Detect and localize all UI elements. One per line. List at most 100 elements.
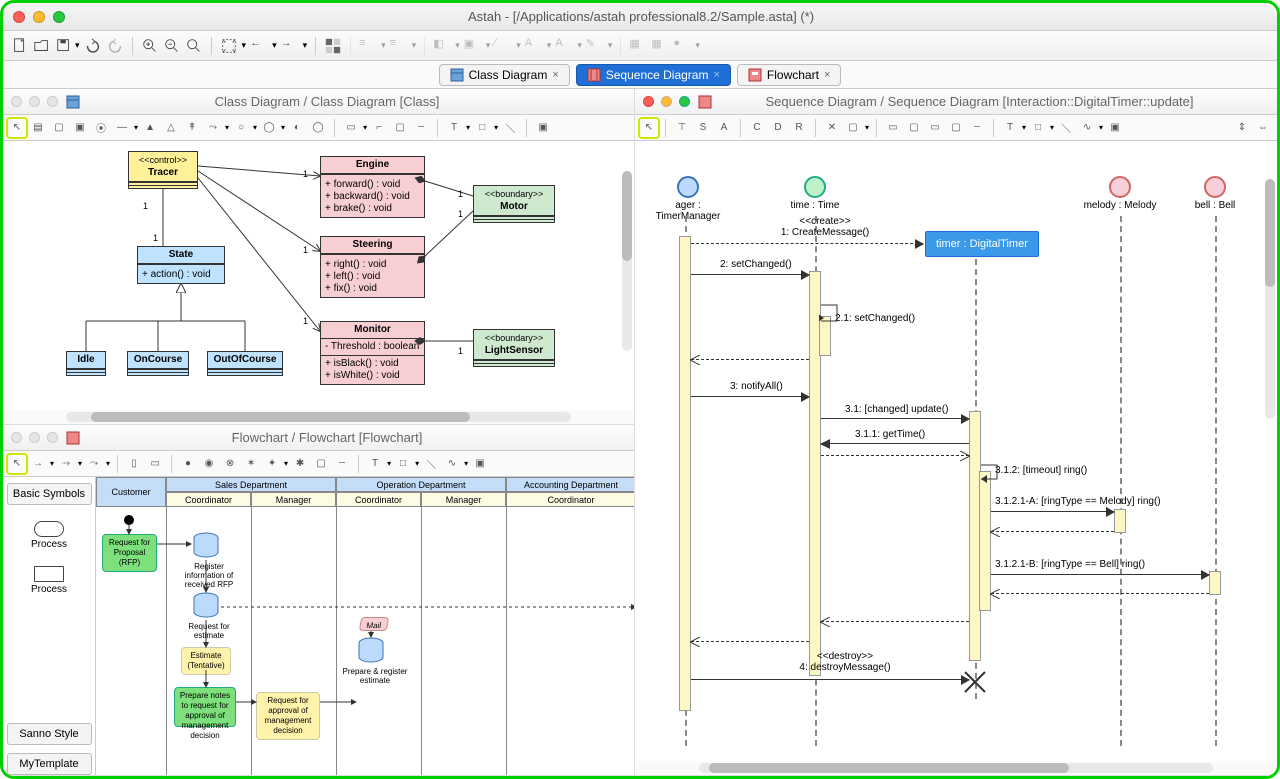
curve-tool-icon[interactable]: ∿ <box>443 455 461 473</box>
uml-class-steering[interactable]: Steering + right() : void + left() : voi… <box>320 236 425 298</box>
flow-merge-icon[interactable]: ⊗ <box>221 455 239 473</box>
async-tool-icon[interactable]: A <box>715 119 733 137</box>
lifeline-tool-icon[interactable]: ⊤ <box>673 119 691 137</box>
fc-db-icon[interactable] <box>191 592 221 622</box>
palette-sanno[interactable]: Sanno Style <box>7 723 92 745</box>
uml-class-tracer[interactable]: <<control>>Tracer <box>128 151 198 189</box>
rect-tool-icon[interactable]: □ <box>394 455 412 473</box>
fc-db-icon[interactable] <box>356 637 386 667</box>
sep-tool-icon[interactable]: ┄ <box>412 119 430 137</box>
lifeline-timermanager[interactable]: ager : TimerManager <box>643 176 733 222</box>
line-tool-icon[interactable]: ＼ <box>422 455 440 473</box>
image-tool-icon[interactable]: ▣ <box>471 455 489 473</box>
pointer-tool-icon[interactable]: ↖ <box>8 455 26 473</box>
text-tool-icon[interactable]: T <box>366 455 384 473</box>
fc-prepnotes[interactable]: Prepare notes to request for approval of… <box>174 687 236 727</box>
line-tool-icon[interactable]: ＼ <box>1057 119 1075 137</box>
palette-mytmpl[interactable]: MyTemplate <box>7 753 92 775</box>
create-tool-icon[interactable]: C <box>748 119 766 137</box>
pane-close-icon[interactable] <box>11 432 22 443</box>
palette-process2[interactable]: Process <box>31 558 67 595</box>
flow-dot-icon[interactable]: ⤳ <box>85 455 103 473</box>
pointer-tool-icon[interactable]: ↖ <box>8 119 26 137</box>
dropdown-icon[interactable]: ▾ <box>75 40 80 51</box>
close-icon[interactable]: × <box>552 69 558 81</box>
seq-obj-timer[interactable]: timer : DigitalTimer <box>925 231 1039 257</box>
frame-tool-icon[interactable]: ▢ <box>844 119 862 137</box>
save-icon[interactable] <box>55 37 73 55</box>
zoom-icon[interactable] <box>53 11 65 23</box>
flow-fork-icon[interactable]: ✶ <box>242 455 260 473</box>
rect-tool-icon[interactable]: □ <box>473 119 491 137</box>
uml-class-idle[interactable]: Idle <box>66 351 106 376</box>
seq-canvas[interactable]: ager : TimerManager time : Time melody :… <box>635 141 1277 761</box>
h-scrollbar[interactable] <box>3 410 634 424</box>
tab-flowchart[interactable]: Flowchart × <box>737 64 841 86</box>
text-tool-icon[interactable]: T <box>445 119 463 137</box>
lifeline-bell[interactable]: bell : Bell <box>1180 176 1250 211</box>
line-tool-icon[interactable]: ＼ <box>501 119 519 137</box>
minimize-icon[interactable] <box>33 11 45 23</box>
enum-tool-icon[interactable]: ◯ <box>260 119 278 137</box>
vspace-icon[interactable]: ⇕ <box>1233 119 1251 137</box>
tab-class-diagram[interactable]: Class Diagram × <box>439 64 570 86</box>
activation[interactable] <box>1114 509 1126 533</box>
v-scrollbar[interactable] <box>1265 179 1275 419</box>
note-tool-icon[interactable]: ▭ <box>342 119 360 137</box>
hspace-icon[interactable]: ⇔ <box>1254 119 1272 137</box>
inst-tool-icon[interactable]: ○ <box>232 119 250 137</box>
flow-conn-icon[interactable]: ✱ <box>291 455 309 473</box>
uml-class-outofcourse[interactable]: OutOfCourse <box>207 351 283 376</box>
undo-icon[interactable] <box>84 37 102 55</box>
palette-basic[interactable]: Basic Symbols <box>7 483 92 505</box>
pane-zoom-icon[interactable] <box>47 432 58 443</box>
destroy-tool-icon[interactable]: D <box>769 119 787 137</box>
real-tool-icon[interactable]: △ <box>162 119 180 137</box>
fc-rfp[interactable]: Request for Proposal (RFP) <box>102 534 157 572</box>
frame-tool-icon[interactable]: ▢ <box>391 119 409 137</box>
msg-tool-icon[interactable]: S <box>694 119 712 137</box>
nav-back-icon[interactable]: ← <box>250 37 268 55</box>
frame-tool-icon[interactable]: ▢ <box>312 455 330 473</box>
interface-tool-icon[interactable]: ⦿ <box>92 119 110 137</box>
palette-process1[interactable]: Process <box>31 513 67 550</box>
usage-tool-icon[interactable]: ⤳ <box>204 119 222 137</box>
zoom-reset-icon[interactable] <box>185 37 203 55</box>
lifeline-time[interactable]: time : Time <box>780 176 850 211</box>
gen-tool-icon[interactable]: ▲ <box>141 119 159 137</box>
note-tool-icon[interactable]: ▢ <box>947 119 965 137</box>
stop-tool-icon[interactable]: ✕ <box>823 119 841 137</box>
flow-arrow-icon[interactable]: → <box>29 455 47 473</box>
ref-tool-icon[interactable]: ▭ <box>926 119 944 137</box>
fc-reqappr[interactable]: Request for approval of management decis… <box>256 692 320 740</box>
text-tool-icon[interactable]: T <box>1001 119 1019 137</box>
layout-icon[interactable] <box>324 37 342 55</box>
activation[interactable] <box>1209 571 1221 595</box>
pane-zoom-icon[interactable] <box>679 96 690 107</box>
image-tool-icon[interactable]: ▣ <box>534 119 552 137</box>
redo-icon[interactable] <box>106 37 124 55</box>
nav-fwd-icon[interactable]: → <box>281 37 299 55</box>
close-icon[interactable]: × <box>713 69 719 81</box>
uml-class-monitor[interactable]: Monitor - Threshold : boolean + isBlack(… <box>320 321 425 385</box>
fc-init[interactable] <box>124 515 134 525</box>
sig-tool-icon[interactable]: ◐ <box>288 119 306 137</box>
sep-tool-icon[interactable]: ┄ <box>968 119 986 137</box>
fc-db-icon[interactable] <box>191 532 221 562</box>
flow-join-icon[interactable]: ✦ <box>263 455 281 473</box>
v-scrollbar[interactable] <box>622 171 632 351</box>
prim-tool-icon[interactable]: ◯ <box>309 119 327 137</box>
sep-tool-icon[interactable]: ┄ <box>333 455 351 473</box>
uml-class-oncourse[interactable]: OnCourse <box>127 351 189 376</box>
fc-estimate[interactable]: Estimate (Tentative) <box>181 647 231 675</box>
class-canvas[interactable]: <<control>>Tracer Engine + forward() : v… <box>3 141 634 410</box>
tab-sequence-diagram[interactable]: Sequence Diagram × <box>576 64 731 86</box>
dep-tool-icon[interactable]: ↟ <box>183 119 201 137</box>
fc-mail[interactable]: Mail <box>359 617 389 631</box>
pane-min-icon[interactable] <box>661 96 672 107</box>
uml-class-motor[interactable]: <<boundary>>Motor <box>473 185 555 223</box>
flow-canvas[interactable]: Basic Symbols Process Process Sanno Styl… <box>3 477 634 775</box>
zoom-in-icon[interactable] <box>141 37 159 55</box>
fit-icon[interactable] <box>220 37 238 55</box>
close-icon[interactable] <box>13 11 25 23</box>
